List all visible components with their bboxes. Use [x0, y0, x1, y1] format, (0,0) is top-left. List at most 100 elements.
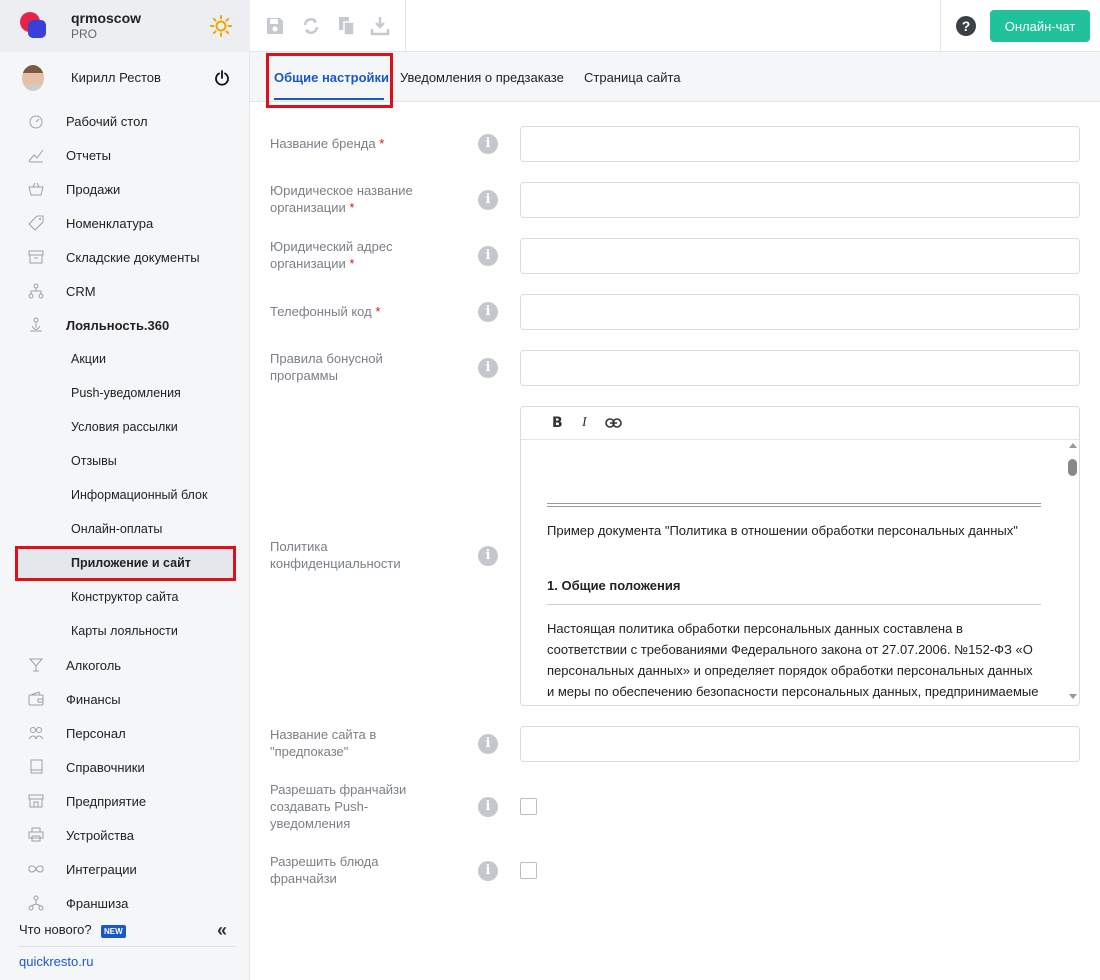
italic-button[interactable]: I: [582, 415, 587, 431]
brand-name-input[interactable]: [520, 126, 1080, 162]
sidebar-item-crm[interactable]: CRM: [0, 274, 250, 308]
editor-rule: [547, 503, 1041, 507]
online-chat-button[interactable]: Онлайн-чат: [990, 10, 1090, 42]
theme-sun-icon[interactable]: [210, 15, 232, 37]
sidebar-subitem-label: Отзывы: [71, 454, 117, 468]
editor-rule: [547, 604, 1041, 605]
sidebar-item-label: Финансы: [66, 692, 121, 707]
sidebar-subitem-label: Конструктор сайта: [71, 590, 179, 604]
sidebar-item-references[interactable]: Справочники: [0, 750, 250, 784]
bonus-rules-label: Правила бонусной программы: [270, 351, 383, 383]
logout-power-icon[interactable]: [214, 70, 230, 86]
sidebar-item-label: Предприятие: [66, 794, 147, 809]
info-icon[interactable]: i: [478, 190, 498, 210]
legal-address-input[interactable]: [520, 238, 1080, 274]
download-icon[interactable]: [370, 16, 390, 36]
info-icon[interactable]: i: [478, 797, 498, 817]
policy-body-text: Настоящая политика обработки персональны…: [547, 621, 1039, 699]
sidebar-item-nomenclature[interactable]: Номенклатура: [0, 206, 250, 240]
info-icon[interactable]: i: [478, 734, 498, 754]
sidebar-item-enterprise[interactable]: Предприятие: [0, 784, 250, 818]
sidebar-item-label: Номенклатура: [66, 216, 154, 231]
tag-icon: [28, 215, 44, 231]
preorder-site-name-input[interactable]: [520, 726, 1080, 762]
brand-name-label: Название бренда *: [270, 136, 385, 151]
sidebar-subitem-label: Информационный блок: [71, 488, 208, 502]
franchise-icon: [28, 895, 44, 911]
sidebar-item-label: Алкоголь: [66, 658, 122, 673]
top-toolbar: ? Онлайн-чат: [250, 0, 1100, 52]
editor-scrollbar[interactable]: [1066, 441, 1079, 705]
info-icon[interactable]: i: [478, 302, 498, 322]
save-icon[interactable]: [265, 16, 285, 36]
loyalty-icon: [30, 317, 42, 332]
scroll-down-arrow-icon[interactable]: [1069, 694, 1077, 699]
tab-site-page[interactable]: Страница сайта: [584, 70, 681, 85]
info-icon[interactable]: i: [478, 134, 498, 154]
sidebar-item-integrations[interactable]: Интеграции: [0, 852, 250, 886]
sidebar-item-finance[interactable]: Финансы: [0, 682, 250, 716]
collapse-sidebar-icon[interactable]: «: [217, 920, 227, 941]
sidebar-item-devices[interactable]: Устройства: [0, 818, 250, 852]
allow-franchise-dishes-checkbox[interactable]: [520, 862, 537, 879]
scroll-up-arrow-icon[interactable]: [1069, 443, 1077, 448]
copy-icon[interactable]: [337, 16, 357, 36]
sidebar-subitem-site-builder[interactable]: Конструктор сайта: [0, 580, 250, 614]
toolbar-divider: [940, 0, 941, 52]
toolbar-divider: [405, 0, 406, 52]
site-link[interactable]: quickresto.ru: [19, 954, 93, 969]
legal-name-input[interactable]: [520, 182, 1080, 218]
info-icon[interactable]: i: [478, 861, 498, 881]
brand-name: qrmoscow: [71, 10, 142, 26]
avatar: [22, 65, 44, 91]
sidebar-subitem-push[interactable]: Push-уведомления: [0, 376, 250, 410]
sidebar-subitem-promotions[interactable]: Акции: [0, 342, 250, 376]
help-icon[interactable]: ?: [956, 16, 976, 36]
editor-content[interactable]: Пример документа "Политика в отношении о…: [547, 440, 1041, 705]
sidebar-item-staff[interactable]: Персонал: [0, 716, 250, 750]
sidebar-subitem-loyalty-cards[interactable]: Карты лояльности: [0, 614, 250, 648]
book-icon: [30, 759, 43, 774]
brand-block[interactable]: qrmoscow PRO: [0, 0, 250, 52]
phone-code-label: Телефонный код *: [270, 304, 381, 319]
sidebar-subitem-online-payments[interactable]: Онлайн-оплаты: [0, 512, 250, 546]
basket-icon: [28, 182, 44, 196]
info-icon[interactable]: i: [478, 358, 498, 378]
sidebar-item-label: Складские документы: [66, 250, 200, 265]
sidebar-subitem-label: Push-уведомления: [71, 386, 181, 400]
sidebar-subitem-label: Акции: [71, 352, 106, 366]
archive-icon: [28, 250, 44, 264]
allow-franchise-dishes-label: Разрешить блюда франчайзи: [270, 854, 379, 886]
sidebar-item-dashboard[interactable]: Рабочий стол: [0, 104, 250, 138]
info-icon[interactable]: i: [478, 246, 498, 266]
people-icon: [28, 727, 44, 740]
sidebar-item-label: Продажи: [66, 182, 121, 197]
link-icon[interactable]: [605, 417, 622, 429]
sidebar-item-sales[interactable]: Продажи: [0, 172, 250, 206]
bold-button[interactable]: B: [552, 415, 563, 431]
phone-code-input[interactable]: [520, 294, 1080, 330]
sidebar-item-franchise[interactable]: Франшиза: [0, 886, 250, 920]
privacy-policy-editor[interactable]: B I Пример документа "Политика в отношен…: [520, 406, 1080, 706]
allow-franchise-push-checkbox[interactable]: [520, 798, 537, 815]
sidebar-subitem-info-block[interactable]: Информационный блок: [0, 478, 250, 512]
info-icon[interactable]: i: [478, 546, 498, 566]
scrollbar-thumb[interactable]: [1068, 459, 1077, 476]
whats-new-link[interactable]: Что нового?: [19, 922, 92, 937]
user-block[interactable]: Кирилл Рестов: [0, 58, 250, 98]
tab-preorder-notifications[interactable]: Уведомления о предзаказе: [400, 70, 564, 85]
sidebar-subitem-mailing-conditions[interactable]: Условия рассылки: [0, 410, 250, 444]
sidebar-item-warehouse-docs[interactable]: Складские документы: [0, 240, 250, 274]
sidebar-item-loyalty[interactable]: Лояльность.360: [0, 308, 250, 342]
refresh-icon[interactable]: [301, 16, 321, 36]
infinity-icon: [28, 865, 44, 873]
sidebar-subitem-reviews[interactable]: Отзывы: [0, 444, 250, 478]
new-badge: NEW: [101, 925, 126, 938]
sidebar-item-label: Персонал: [66, 726, 126, 741]
editor-toolbar: B I: [521, 407, 1079, 440]
sidebar-item-reports[interactable]: Отчеты: [0, 138, 250, 172]
chart-icon: [28, 149, 44, 163]
bonus-rules-input[interactable]: [520, 350, 1080, 386]
allow-franchise-push-label: Разрешать франчайзи создавать Push-уведо…: [270, 782, 407, 831]
sidebar-item-alcohol[interactable]: Алкоголь: [0, 648, 250, 682]
